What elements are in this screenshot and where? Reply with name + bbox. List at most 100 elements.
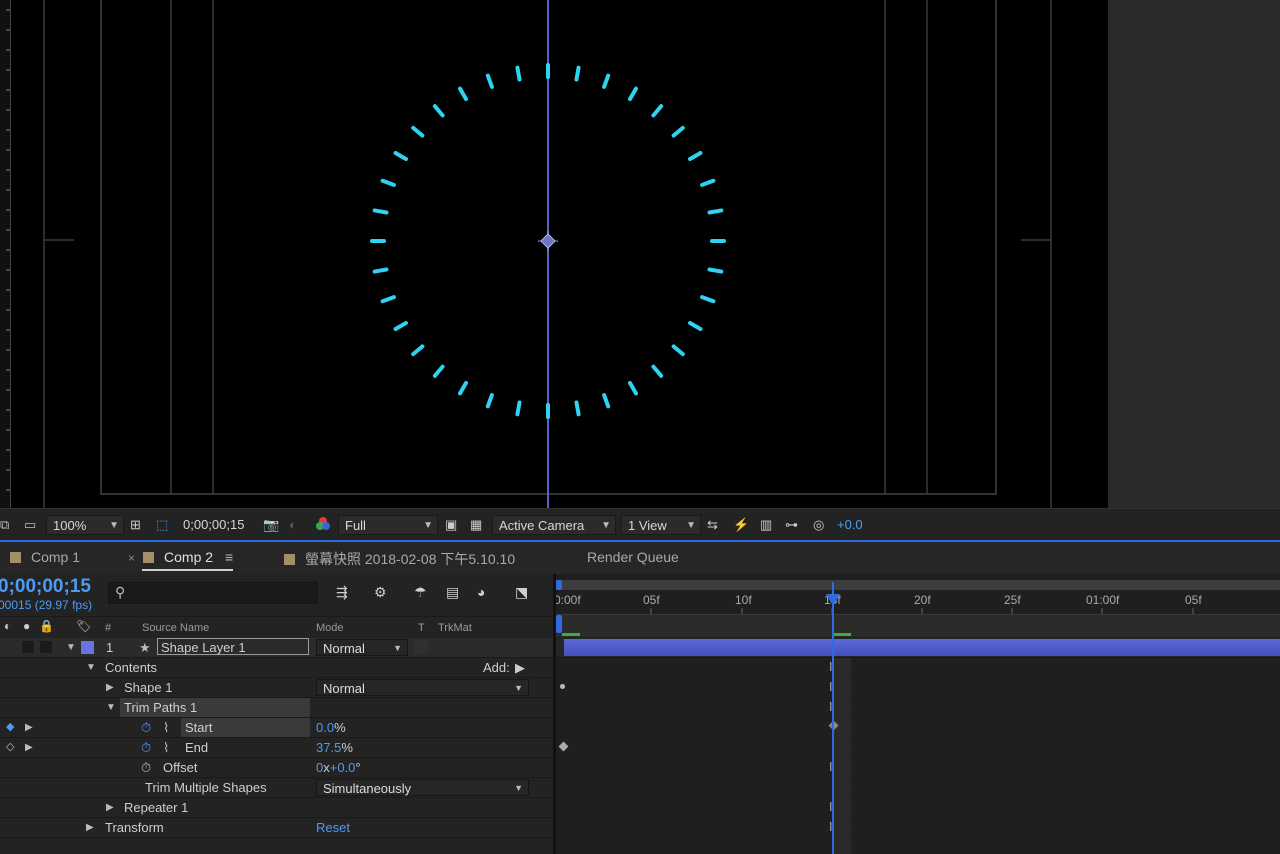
- always-preview-icon[interactable]: ⧉: [0, 515, 9, 535]
- work-area-handle[interactable]: [556, 615, 562, 633]
- trim-multiple-row[interactable]: Trim Multiple Shapes Simultaneously ▼: [0, 778, 553, 798]
- stopwatch-icon[interactable]: ⏱: [141, 758, 151, 777]
- shy-layers-icon[interactable]: ☂: [414, 584, 427, 601]
- show-snapshot-icon[interactable]: ◐: [289, 515, 297, 535]
- keyframe-diamond-icon[interactable]: [558, 741, 569, 752]
- expand-triangle-icon[interactable]: ▼: [106, 698, 116, 717]
- end-value[interactable]: 37.5: [316, 740, 341, 755]
- motion-blur-icon[interactable]: ◕: [477, 584, 485, 600]
- contents-row[interactable]: ▼ Contents Add: ▶: [0, 658, 553, 678]
- circle-dash: [601, 73, 611, 90]
- timeline-timecode[interactable]: 0;00;00;15: [0, 576, 91, 598]
- label-icon[interactable]: 🏷: [76, 619, 91, 633]
- camera-snapshot-icon[interactable]: 📷: [263, 515, 279, 535]
- layer-duration-bar[interactable]: [564, 639, 1280, 656]
- timeline-graph[interactable]: 0:00f 05f 10f 15f 20f 25f 01:00f 05f: [556, 574, 1280, 854]
- chevron-down-icon: ▼: [686, 520, 696, 531]
- lock-switch[interactable]: [40, 641, 52, 653]
- graph-icon[interactable]: ⌇: [163, 738, 169, 757]
- circle-dash: [707, 267, 724, 274]
- layer-mode-value: Normal: [323, 641, 365, 656]
- end-property-row[interactable]: ◇ ▶ ⏱ ⌇ End 37.5%: [0, 738, 553, 758]
- preserve-transparency-toggle[interactable]: [414, 640, 428, 654]
- work-area-bar[interactable]: [556, 580, 1280, 590]
- monitor-icon[interactable]: ▭: [24, 515, 36, 535]
- solo-icon[interactable]: ●: [23, 619, 30, 633]
- view-layout-dropdown[interactable]: 1 View ▼: [621, 515, 701, 535]
- graph-icon[interactable]: ⌇: [163, 718, 169, 737]
- comp-flowchart-icon[interactable]: ⇶: [336, 584, 348, 601]
- repeater-row[interactable]: ▶ Repeater 1: [0, 798, 553, 818]
- playhead-handle[interactable]: [826, 594, 840, 606]
- layer-mode-dropdown[interactable]: Normal ▼: [316, 639, 408, 656]
- solo-switch[interactable]: [22, 641, 34, 653]
- layer-label-color[interactable]: [81, 641, 94, 654]
- stopwatch-icon[interactable]: ⏱: [141, 718, 151, 737]
- offset-property-row[interactable]: ⏱ Offset 0x+0.0°: [0, 758, 553, 778]
- start-property-row[interactable]: ◆ ▶ ⏱ ⌇ Start 0.0%: [0, 718, 553, 738]
- shape-mode-dropdown[interactable]: Normal ▼: [316, 679, 529, 696]
- flowchart-icon[interactable]: ⊶: [785, 515, 798, 535]
- layer-row[interactable]: ▼ 1 ★ Shape Layer 1 Normal ▼: [0, 638, 553, 658]
- tab-menu-icon[interactable]: ≡: [225, 549, 233, 565]
- time-ruler[interactable]: 0:00f 05f 10f 15f 20f 25f 01:00f 05f: [556, 592, 1280, 615]
- mask-visibility-icon[interactable]: ⬚: [156, 515, 168, 535]
- circle-dash: [392, 320, 409, 332]
- viewer-timecode[interactable]: 0;00;00;15: [183, 515, 244, 535]
- draft-3d-icon[interactable]: ⚙: [374, 584, 387, 601]
- anchor-point-icon[interactable]: [538, 231, 558, 251]
- keyframe-diamond-icon[interactable]: ◆: [6, 718, 14, 737]
- trim-multiple-dropdown[interactable]: Simultaneously ▼: [316, 779, 529, 796]
- expand-triangle-icon[interactable]: ▶: [86, 818, 94, 837]
- region-of-interest-icon[interactable]: ▣: [445, 515, 457, 535]
- expand-triangle-icon[interactable]: ▶: [106, 678, 114, 697]
- lock-icon[interactable]: 🔒: [39, 619, 54, 633]
- keyframe-diamond-outline-icon[interactable]: ◇: [6, 738, 14, 757]
- expand-triangle-icon[interactable]: ▼: [86, 658, 96, 677]
- close-icon[interactable]: ×: [128, 551, 135, 565]
- transform-row[interactable]: ▶ Transform Reset: [0, 818, 553, 838]
- graph-editor-icon[interactable]: ⬔: [515, 584, 528, 601]
- timeline-icon[interactable]: ▥: [760, 515, 772, 535]
- shape-group-row[interactable]: ▶ Shape 1 Normal ▼: [0, 678, 553, 698]
- circle-dash: [687, 150, 704, 162]
- trim-paths-label[interactable]: Trim Paths 1: [120, 698, 310, 717]
- resolution-dropdown[interactable]: Full ▼: [338, 515, 438, 535]
- tab-comp-2[interactable]: × Comp 2 ≡: [128, 549, 234, 571]
- zoom-dropdown[interactable]: 100% ▼: [46, 515, 124, 535]
- work-area-start-handle[interactable]: [556, 580, 562, 590]
- dashed-circle-shape: [0, 0, 1108, 508]
- tab-render-queue[interactable]: Render Queue: [587, 549, 679, 565]
- transparency-grid-icon[interactable]: ▦: [470, 515, 482, 535]
- start-value[interactable]: 0.0: [316, 720, 334, 735]
- expand-triangle-icon[interactable]: ▼: [66, 638, 76, 657]
- add-menu-icon[interactable]: ▶: [515, 658, 525, 677]
- reset-exposure-icon[interactable]: ◎: [813, 515, 824, 535]
- expand-triangle-icon[interactable]: ▶: [106, 798, 114, 817]
- circle-dash: [699, 178, 716, 188]
- start-unit: %: [334, 720, 346, 735]
- exposure-value[interactable]: +0.0: [837, 515, 863, 535]
- layer-name-field[interactable]: Shape Layer 1: [157, 638, 309, 655]
- safe-margins-icon[interactable]: ⊞: [130, 515, 141, 535]
- tab-screenshot[interactable]: 螢幕快照 2018-02-08 下午5.10.10: [284, 549, 515, 569]
- channel-icon[interactable]: [314, 515, 332, 535]
- circle-dash: [485, 392, 495, 409]
- keyframe-nav-arrow-icon[interactable]: ▶: [25, 738, 33, 757]
- offset-degrees[interactable]: +0.0: [330, 760, 356, 775]
- frame-blending-icon[interactable]: ▤: [446, 584, 459, 601]
- keyframe-nav-arrow-icon[interactable]: ▶: [25, 718, 33, 737]
- camera-view-dropdown[interactable]: Active Camera ▼: [492, 515, 616, 535]
- cached-frames-indicator: [562, 633, 580, 636]
- fast-previews-icon[interactable]: ⚡: [733, 515, 749, 535]
- stopwatch-icon[interactable]: ⏱: [141, 738, 151, 757]
- search-input[interactable]: ⚲: [108, 582, 318, 604]
- reset-link[interactable]: Reset: [316, 818, 350, 837]
- composition-viewer[interactable]: [0, 0, 1108, 508]
- tab-comp-1[interactable]: Comp 1: [10, 549, 80, 565]
- trim-paths-row[interactable]: ▼ Trim Paths 1: [0, 698, 553, 718]
- source-name-column-header[interactable]: Source Name: [142, 622, 209, 634]
- toggle-pixel-aspect-icon[interactable]: ⇆: [707, 515, 718, 535]
- add-button[interactable]: Add:: [483, 658, 510, 677]
- audio-video-icon[interactable]: ◐: [4, 619, 11, 633]
